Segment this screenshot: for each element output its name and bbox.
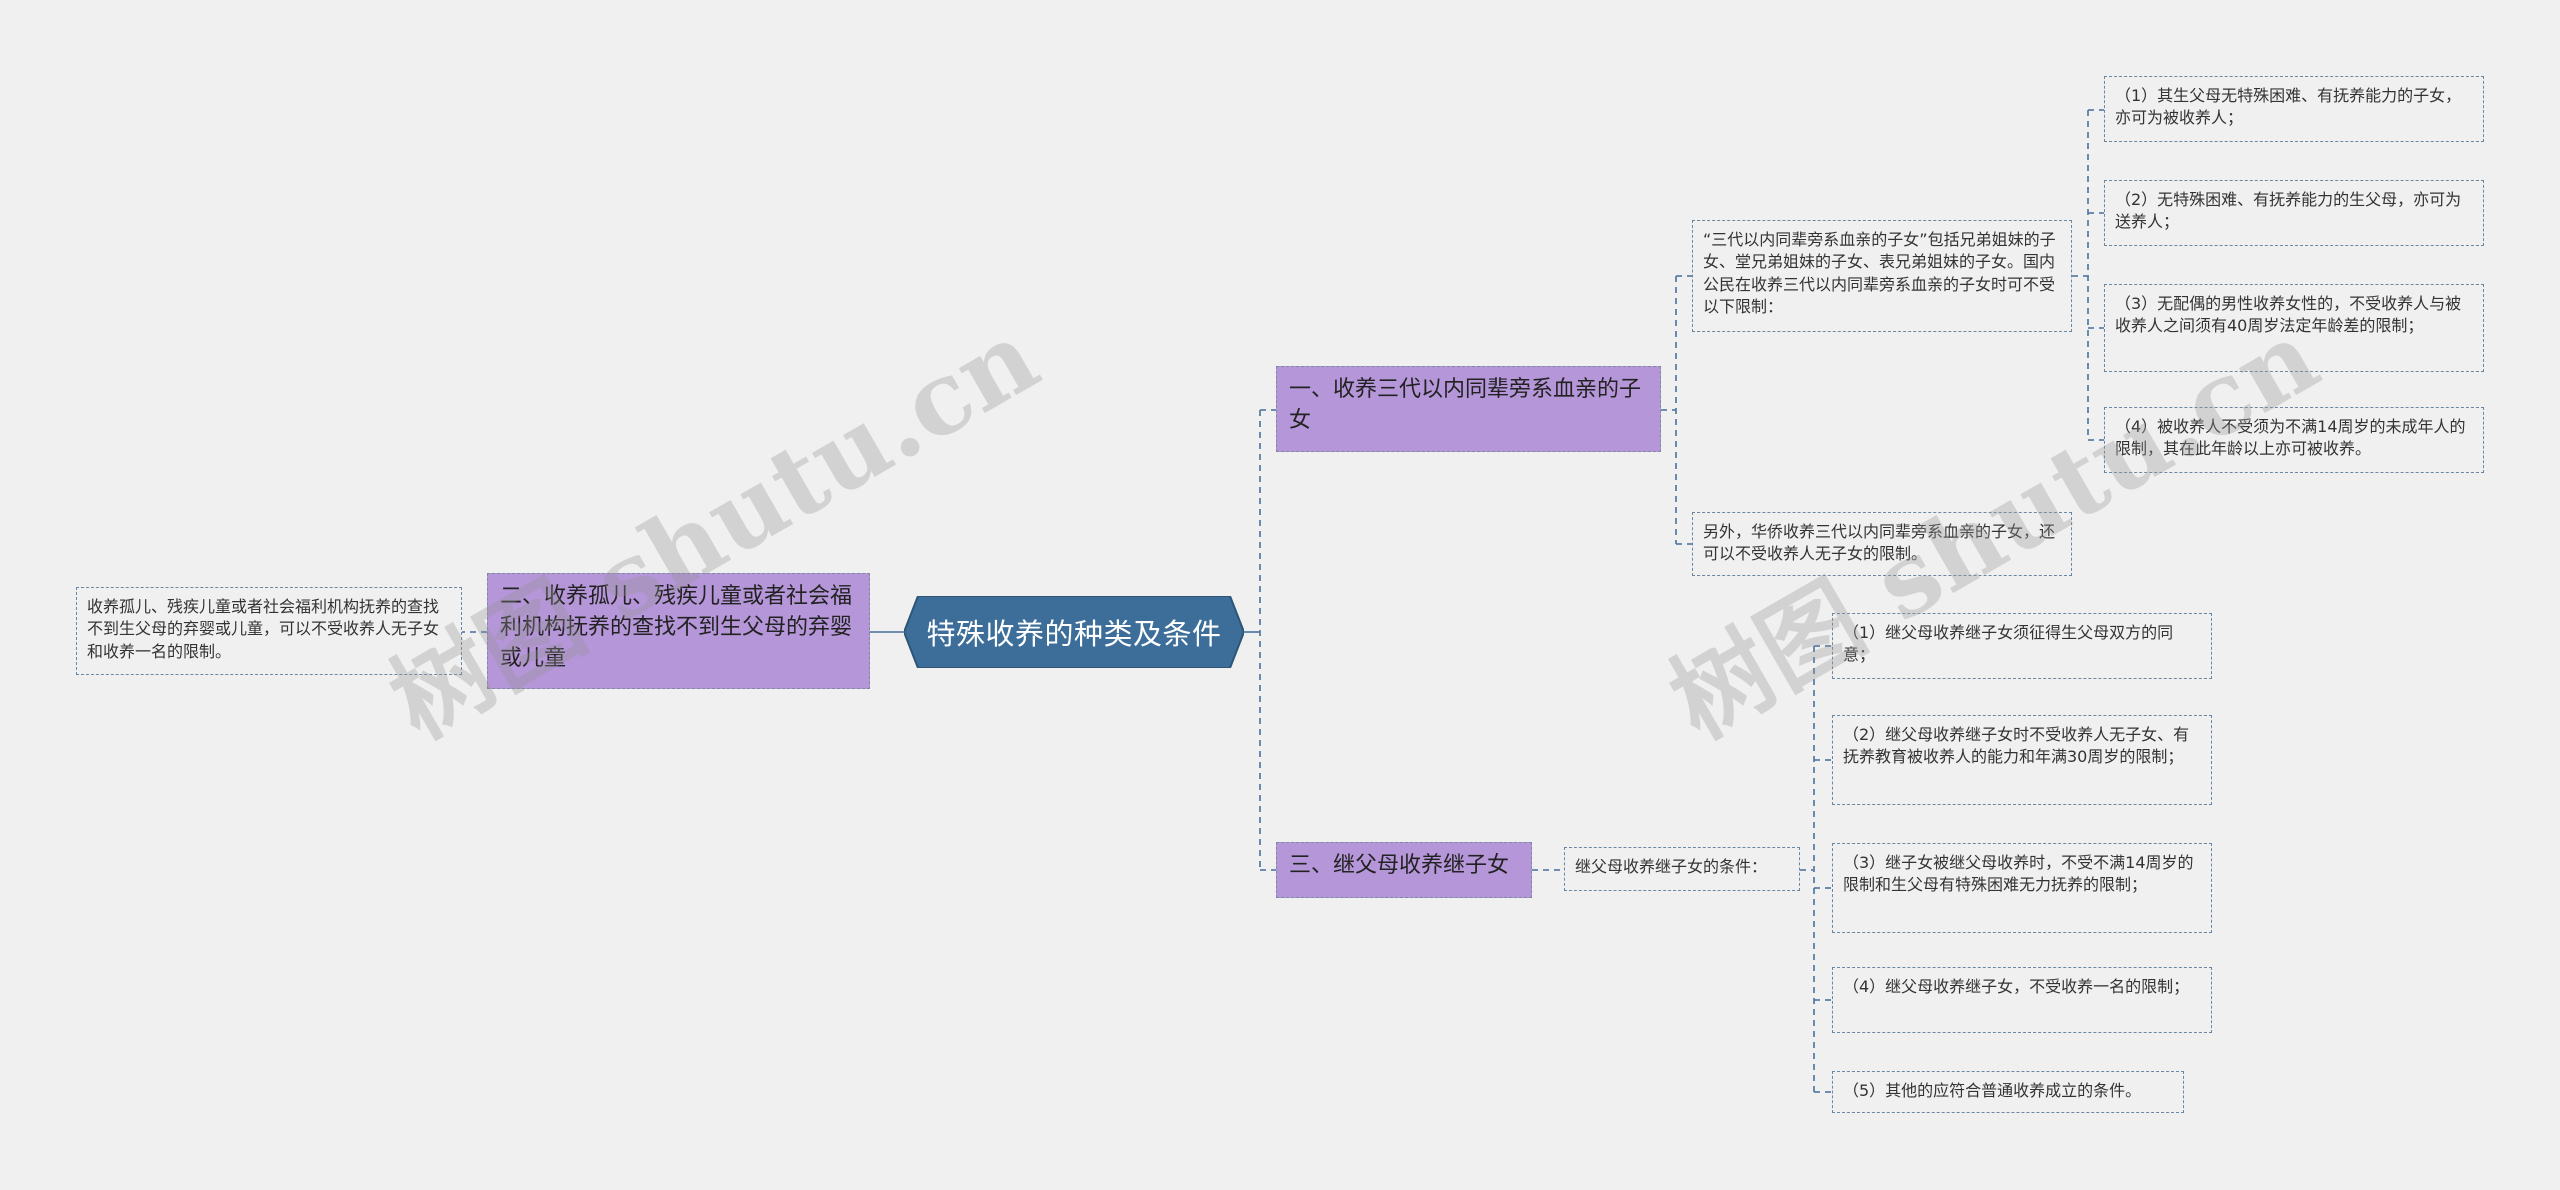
leaf-node-b2-note[interactable]: 收养孤儿、残疾儿童或者社会福利机构抚养的查找不到生父母的弃婴或儿童，可以不受收养…: [76, 587, 462, 675]
leaf-node-b1-condition-2[interactable]: （2）无特殊困难、有抚养能力的生父母，亦可为送养人；: [2104, 180, 2484, 246]
root-label: 特殊收养的种类及条件: [926, 617, 1222, 651]
leaf-node-b3-condition-1[interactable]: （1）继父母收养继子女须征得生父母双方的同意；: [1832, 613, 2212, 679]
leaf-node-b1-condition-3[interactable]: （3）无配偶的男性收养女性的，不受收养人与被收养人之间须有40周岁法定年龄差的限…: [2104, 284, 2484, 372]
leaf-text: （4）继父母收养继子女，不受收养一名的限制；: [1843, 977, 2190, 996]
mindmap-canvas: 特殊收养的种类及条件 一、收养三代以内同辈旁系血亲的子女 二、收养孤儿、残疾儿童…: [0, 0, 2560, 1190]
branch-node-3[interactable]: 三、继父母收养继子女: [1276, 842, 1532, 898]
leaf-node-b3-condition-4[interactable]: （4）继父母收养继子女，不受收养一名的限制；: [1832, 967, 2212, 1033]
leaf-text: （3）继子女被继父母收养时，不受不满14周岁的限制和生父母有特殊困难无力抚养的限…: [1843, 853, 2194, 895]
leaf-node-b1-condition-4[interactable]: （4）被收养人不受须为不满14周岁的未成年人的限制，其在此年龄以上亦可被收养。: [2104, 407, 2484, 473]
leaf-node-b1-definition[interactable]: “三代以内同辈旁系血亲的子女”包括兄弟姐妹的子女、堂兄弟姐妹的子女、表兄弟姐妹的…: [1692, 220, 2072, 332]
leaf-text: （5）其他的应符合普通收养成立的条件。: [1843, 1081, 2142, 1100]
leaf-text: （1）继父母收养继子女须征得生父母双方的同意；: [1843, 623, 2174, 665]
leaf-node-b3-intro[interactable]: 继父母收养继子女的条件：: [1564, 847, 1800, 891]
branch-label: 二、收养孤儿、残疾儿童或者社会福利机构抚养的查找不到生父母的弃婴或儿童: [500, 584, 853, 671]
leaf-text: （4）被收养人不受须为不满14周岁的未成年人的限制，其在此年龄以上亦可被收养。: [2115, 417, 2466, 459]
leaf-text: 另外，华侨收养三代以内同辈旁系血亲的子女，还可以不受收养人无子女的限制。: [1703, 522, 2056, 564]
branch-label: 三、继父母收养继子女: [1289, 853, 1510, 878]
leaf-node-b3-condition-2[interactable]: （2）继父母收养继子女时不受收养人无子女、有抚养教育被收养人的能力和年满30周岁…: [1832, 715, 2212, 805]
leaf-text: （2）无特殊困难、有抚养能力的生父母，亦可为送养人；: [2115, 190, 2462, 232]
leaf-node-b3-condition-3[interactable]: （3）继子女被继父母收养时，不受不满14周岁的限制和生父母有特殊困难无力抚养的限…: [1832, 843, 2212, 933]
leaf-text: （2）继父母收养继子女时不受收养人无子女、有抚养教育被收养人的能力和年满30周岁…: [1843, 725, 2190, 767]
leaf-text: （1）其生父母无特殊困难、有抚养能力的子女，亦可为被收养人；: [2115, 86, 2462, 128]
branch-node-1[interactable]: 一、收养三代以内同辈旁系血亲的子女: [1276, 366, 1661, 452]
leaf-node-b1-condition-1[interactable]: （1）其生父母无特殊困难、有抚养能力的子女，亦可为被收养人；: [2104, 76, 2484, 142]
leaf-node-b1-overseas[interactable]: 另外，华侨收养三代以内同辈旁系血亲的子女，还可以不受收养人无子女的限制。: [1692, 512, 2072, 576]
leaf-text: 收养孤儿、残疾儿童或者社会福利机构抚养的查找不到生父母的弃婴或儿童，可以不受收养…: [87, 597, 440, 661]
leaf-text: “三代以内同辈旁系血亲的子女”包括兄弟姐妹的子女、堂兄弟姐妹的子女、表兄弟姐妹的…: [1703, 230, 2056, 317]
leaf-node-b3-condition-5[interactable]: （5）其他的应符合普通收养成立的条件。: [1832, 1071, 2184, 1113]
leaf-text: （3）无配偶的男性收养女性的，不受收养人与被收养人之间须有40周岁法定年龄差的限…: [2115, 294, 2462, 336]
branch-label: 一、收养三代以内同辈旁系血亲的子女: [1289, 377, 1642, 433]
branch-node-2[interactable]: 二、收养孤儿、残疾儿童或者社会福利机构抚养的查找不到生父母的弃婴或儿童: [487, 573, 870, 689]
leaf-text: 继父母收养继子女的条件：: [1575, 857, 1768, 876]
root-node[interactable]: 特殊收养的种类及条件: [904, 596, 1244, 668]
